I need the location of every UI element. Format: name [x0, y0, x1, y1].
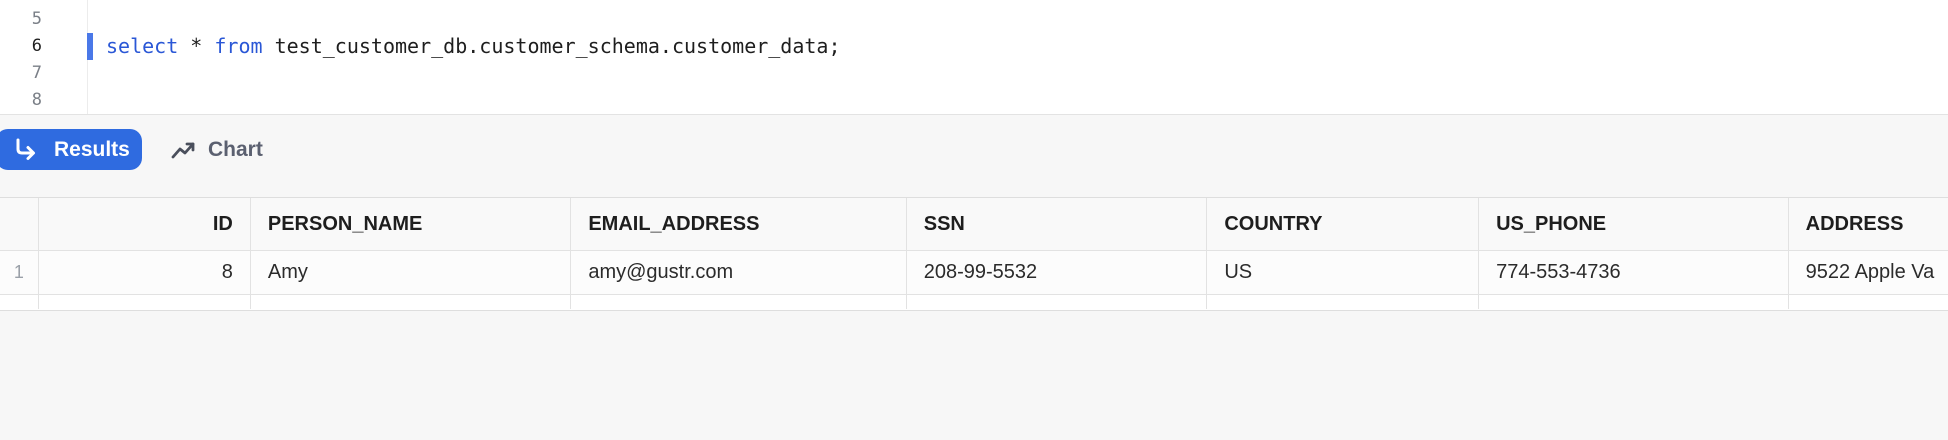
row-index: 1: [0, 251, 39, 294]
cell-us-phone[interactable]: 774-553-4736: [1479, 251, 1789, 294]
results-tab-button[interactable]: Results: [0, 129, 142, 170]
code-line-sql-query[interactable]: select * from test_customer_db.customer_…: [106, 33, 841, 60]
empty-cell: [907, 295, 1208, 309]
column-header-address[interactable]: ADDRESS: [1789, 198, 1948, 250]
results-toolbar: Results Chart: [0, 115, 1948, 198]
empty-cell: [1207, 295, 1480, 309]
sql-table-path: test_customer_db.customer_schema.custome…: [262, 34, 841, 58]
empty-cell: [0, 295, 39, 309]
line-number-gutter: 5 6 7 8: [0, 0, 88, 114]
cell-address[interactable]: 9522 Apple Va: [1789, 251, 1948, 294]
active-line-marker: [87, 33, 93, 60]
row-index-header: [0, 198, 39, 250]
line-number: 8: [31, 90, 42, 110]
return-arrow-icon: [12, 136, 40, 164]
empty-cell: [39, 295, 251, 309]
column-header-person-name[interactable]: PERSON_NAME: [251, 198, 572, 250]
sql-keyword-select: select: [106, 34, 179, 58]
table-empty-row: [0, 295, 1948, 309]
empty-cell: [251, 295, 572, 309]
line-chart-icon: [170, 136, 198, 164]
cell-email-address[interactable]: amy@gustr.com: [571, 251, 907, 294]
column-header-email-address[interactable]: EMAIL_ADDRESS: [571, 198, 907, 250]
column-header-country[interactable]: COUNTRY: [1207, 198, 1480, 250]
cell-country[interactable]: US: [1207, 251, 1480, 294]
line-number-active: 6: [31, 36, 42, 56]
empty-cell: [1479, 295, 1789, 309]
line-number: 5: [31, 9, 42, 29]
column-header-id[interactable]: ID: [39, 198, 251, 250]
line-number: 7: [31, 63, 42, 83]
sql-star: *: [178, 34, 215, 58]
sql-keyword-from: from: [214, 34, 263, 58]
sql-editor[interactable]: 5 6 7 8 select * from test_customer_db.c…: [0, 0, 1948, 115]
results-tab-label: Results: [54, 137, 130, 161]
cell-id[interactable]: 8: [39, 251, 251, 294]
table-row[interactable]: 1 8 Amy amy@gustr.com 208-99-5532 US 774…: [0, 251, 1948, 295]
table-header-row: ID PERSON_NAME EMAIL_ADDRESS SSN COUNTRY…: [0, 198, 1948, 251]
chart-tab-label: Chart: [208, 137, 263, 161]
chart-tab-button[interactable]: Chart: [170, 129, 280, 170]
empty-cell: [571, 295, 907, 309]
column-header-ssn[interactable]: SSN: [907, 198, 1208, 250]
column-header-us-phone[interactable]: US_PHONE: [1479, 198, 1789, 250]
empty-cell: [1789, 295, 1948, 309]
cell-person-name[interactable]: Amy: [251, 251, 572, 294]
cell-ssn[interactable]: 208-99-5532: [907, 251, 1208, 294]
results-grid: ID PERSON_NAME EMAIL_ADDRESS SSN COUNTRY…: [0, 197, 1948, 311]
